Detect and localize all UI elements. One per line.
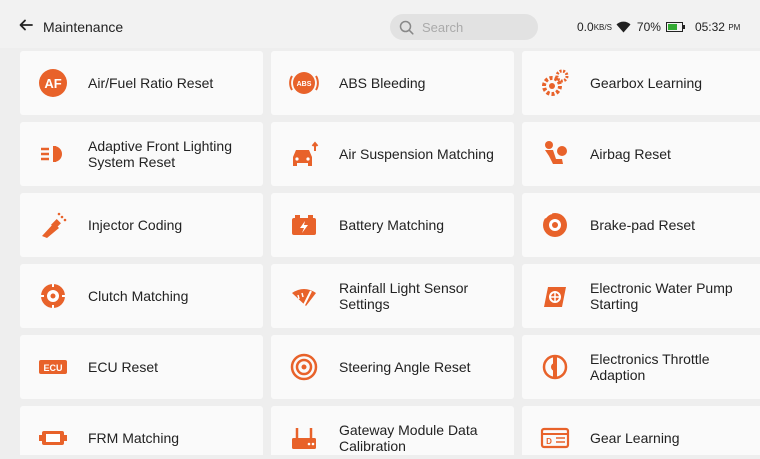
item-electronic-water-pump-starting[interactable]: Electronic Water Pump Starting <box>522 264 760 328</box>
clock-ampm: PM <box>728 22 741 32</box>
function-grid: AF Air/Fuel Ratio Reset ABS ABS Bleeding… <box>20 51 760 459</box>
clutch-icon <box>38 281 68 311</box>
brake-disc-icon <box>540 210 570 240</box>
item-label: Clutch Matching <box>88 288 189 304</box>
item-battery-matching[interactable]: Battery Matching <box>271 193 514 257</box>
item-steering-angle-reset[interactable]: Steering Angle Reset <box>271 335 514 399</box>
throttle-icon <box>540 352 570 382</box>
headlight-icon <box>38 139 68 169</box>
af-icon: AF <box>38 68 68 98</box>
item-label: Adaptive Front Lighting System Reset <box>88 138 232 170</box>
search-input[interactable] <box>422 18 530 36</box>
status-bar: 0.0 KB/S 70% 05:32 PM <box>577 20 740 34</box>
item-label: Airbag Reset <box>590 146 671 162</box>
item-frm-matching[interactable]: FRM Matching <box>20 406 263 459</box>
item-label: FRM Matching <box>88 430 180 446</box>
clock: 05:32 <box>694 20 725 34</box>
search-box[interactable] <box>390 14 538 40</box>
battery-icon <box>665 22 685 32</box>
item-adaptive-front-lighting-system-reset[interactable]: Adaptive Front Lighting System Reset <box>20 122 263 186</box>
item-electronics-throttle-adaption[interactable]: Electronics Throttle Adaption <box>522 335 760 399</box>
search-icon <box>399 20 414 35</box>
item-clutch-matching[interactable]: Clutch Matching <box>20 264 263 328</box>
bottom-edge <box>0 455 760 459</box>
item-label: Air Suspension Matching <box>339 146 494 162</box>
abs-icon: ABS <box>289 68 319 98</box>
gateway-icon <box>289 423 319 453</box>
network-speed-unit: KB/S <box>593 22 612 32</box>
battery-percent: 70% <box>636 20 661 34</box>
item-label: Air/Fuel Ratio Reset <box>88 75 214 91</box>
item-gearbox-learning[interactable]: Gearbox Learning <box>522 51 760 115</box>
back-arrow-icon[interactable] <box>18 17 34 33</box>
item-injector-coding[interactable]: Injector Coding <box>20 193 263 257</box>
gear-display-icon: D <box>540 423 570 453</box>
steering-icon <box>289 352 319 382</box>
item-label: Electronics Throttle Adaption <box>590 351 710 383</box>
item-ecu-reset[interactable]: ECU ECU Reset <box>20 335 263 399</box>
item-label: Injector Coding <box>88 217 183 233</box>
abs-icon-text: ABS <box>297 81 312 88</box>
svg-text:D: D <box>546 437 552 446</box>
ecu-icon-text: ECU <box>43 363 62 373</box>
af-icon-text: AF <box>44 76 61 91</box>
water-pump-icon <box>540 281 570 311</box>
item-label: Gearbox Learning <box>590 75 703 91</box>
item-gateway-module-data-calibration[interactable]: Gateway Module Data Calibration <box>271 406 514 459</box>
item-label: Steering Angle Reset <box>339 359 471 375</box>
network-speed: 0.0 <box>577 20 594 34</box>
wiper-icon <box>289 281 319 311</box>
item-brake-pad-reset[interactable]: Brake-pad Reset <box>522 193 760 257</box>
injector-icon <box>38 210 68 240</box>
item-label: ECU Reset <box>88 359 159 375</box>
wifi-icon <box>616 21 631 33</box>
battery-icon <box>289 210 319 240</box>
airbag-icon <box>540 139 570 169</box>
item-air-suspension-matching[interactable]: Air Suspension Matching <box>271 122 514 186</box>
item-rainfall-light-sensor-settings[interactable]: Rainfall Light Sensor Settings <box>271 264 514 328</box>
page-title: Maintenance <box>43 19 124 35</box>
item-label: Brake-pad Reset <box>590 217 696 233</box>
ecu-icon: ECU <box>38 352 68 382</box>
frm-module-icon <box>38 423 68 453</box>
item-label: ABS Bleeding <box>339 75 426 91</box>
top-bar: Maintenance 0.0KB/S 70% 05:32 PM <box>0 0 760 48</box>
item-label: Rainfall Light Sensor Settings <box>339 280 469 312</box>
item-gear-learning[interactable]: D Gear Learning <box>522 406 760 459</box>
item-abs-bleeding[interactable]: ABS ABS Bleeding <box>271 51 514 115</box>
item-airbag-reset[interactable]: Airbag Reset <box>522 122 760 186</box>
item-label: Battery Matching <box>339 217 445 233</box>
item-label: Gear Learning <box>590 430 680 446</box>
car-suspension-icon <box>289 139 319 169</box>
item-label: Electronic Water Pump Starting <box>590 280 733 312</box>
gears-icon <box>540 68 570 98</box>
item-label: Gateway Module Data Calibration <box>339 422 478 454</box>
item-air-fuel-ratio-reset[interactable]: AF Air/Fuel Ratio Reset <box>20 51 263 115</box>
